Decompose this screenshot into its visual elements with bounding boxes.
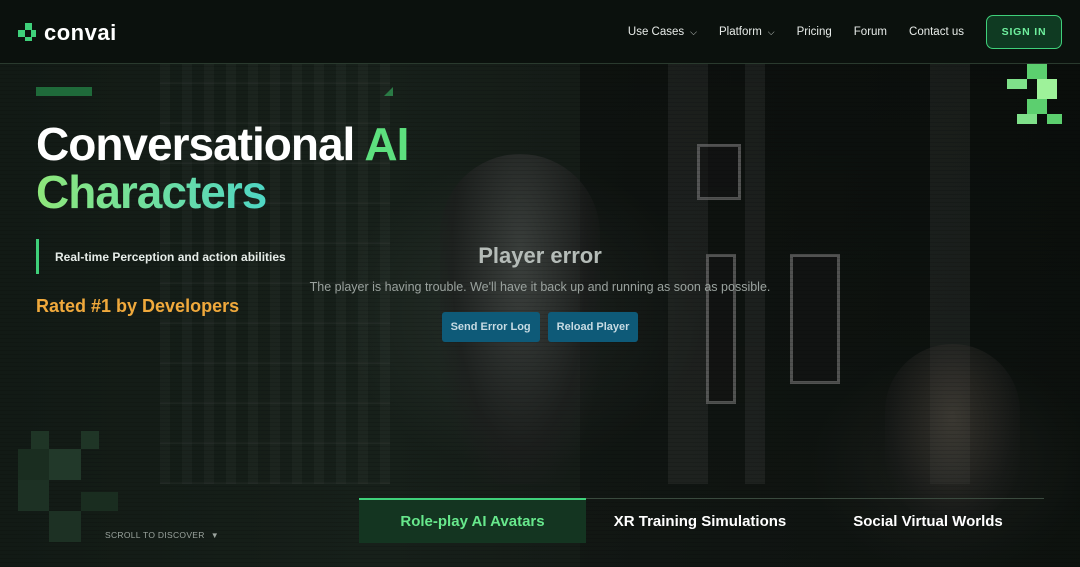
caret-down-icon: ▼ <box>210 530 219 540</box>
accent-bar <box>36 87 102 96</box>
nav-link-label: Pricing <box>796 26 832 38</box>
accent-corner <box>384 87 393 96</box>
reload-player-button[interactable]: Reload Player <box>547 312 639 342</box>
nav-link-platform[interactable]: Platform ⌵ <box>719 26 775 38</box>
send-error-log-button[interactable]: Send Error Log <box>441 312 540 342</box>
brand-name: convai <box>44 20 117 45</box>
hero-title-gradient: Characters <box>36 166 267 218</box>
hero-tagline: Real-time Perception and action abilitie… <box>36 239 286 274</box>
nav-link-use-cases[interactable]: Use Cases ⌵ <box>628 26 697 38</box>
hero-title-part: Conversational <box>36 118 355 170</box>
player-error-actions: Send Error Log Reload Player <box>300 312 780 342</box>
top-navbar: convai Use Cases ⌵ Platform ⌵ Pricing Fo… <box>0 0 1080 64</box>
nav-link-label: Forum <box>853 26 888 38</box>
nav-link-label: Use Cases <box>627 26 685 38</box>
sign-in-button[interactable]: SIGN IN <box>986 15 1062 49</box>
nav-link-label: Platform <box>718 26 762 38</box>
rated-badge-text: Rated #1 by Developers <box>36 296 240 316</box>
tab-role-play-ai-avatars[interactable]: Role-play AI Avatars <box>359 498 586 543</box>
nav-link-label: Contact us <box>909 26 964 38</box>
nav-link-forum[interactable]: Forum <box>854 26 887 38</box>
nav-link-pricing[interactable]: Pricing <box>797 26 832 38</box>
player-error-message: The player is having trouble. We'll have… <box>309 280 771 294</box>
logo-mark-icon <box>18 23 38 43</box>
tab-social-virtual-worlds[interactable]: Social Virtual Worlds <box>814 499 1042 543</box>
nav-link-contact[interactable]: Contact us <box>909 26 964 38</box>
hero-title-highlight: AI <box>364 118 409 170</box>
use-case-tabs: Role-play AI Avatars XR Training Simulat… <box>359 498 1044 543</box>
brand-logo[interactable]: convai <box>18 20 117 46</box>
player-error-title: Player error <box>478 243 602 268</box>
hero-title: Conversational AI Characters <box>36 120 436 216</box>
chevron-down-icon: ⌵ <box>767 26 775 37</box>
video-player-error: Player error The player is having troubl… <box>300 243 780 342</box>
scroll-hint[interactable]: SCROLL TO DISCOVER ▼ <box>105 530 219 540</box>
nav-links: Use Cases ⌵ Platform ⌵ Pricing Forum Con… <box>628 0 964 64</box>
scroll-hint-label: SCROLL TO DISCOVER <box>105 530 205 540</box>
tab-xr-training-simulations[interactable]: XR Training Simulations <box>586 499 814 543</box>
chevron-down-icon: ⌵ <box>690 26 697 37</box>
